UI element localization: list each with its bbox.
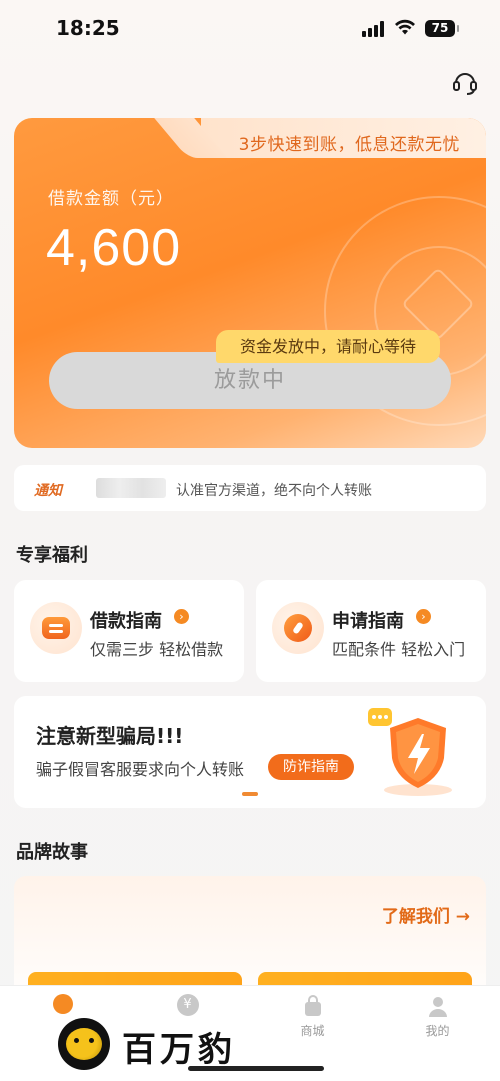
anti-fraud-guide-button[interactable]: 防诈指南: [268, 754, 354, 780]
notice-text: 认准官方渠道，绝不向个人转账: [176, 483, 372, 499]
amount-label: 借款金额（元）: [48, 189, 174, 209]
apply-guide-subtitle: 匹配条件 轻松入门: [332, 640, 466, 659]
status-tip: 资金发放中，请耐心等待: [216, 330, 440, 363]
watermark-text: 百万豹: [122, 1030, 236, 1070]
home-icon: [52, 994, 73, 1014]
promo-text: 3步快速到账，低息还款无忧: [238, 135, 460, 155]
shopping-bag-icon: [304, 995, 321, 1016]
tab-mine-label: 我的: [425, 1024, 450, 1038]
apply-guide-card[interactable]: 申请指南 › 匹配条件 轻松入门: [256, 580, 486, 682]
chevron-right-icon: ›: [416, 609, 431, 624]
loan-card: 3步快速到账，低息还款无忧 借款金额（元） 4,600 放款中 资金发放中，请耐…: [14, 118, 486, 448]
loan-guide-card[interactable]: 借款指南 › 仅需三步 轻松借款: [14, 580, 244, 682]
blurred-text: [96, 478, 166, 498]
fraud-subtitle: 骗子假冒客服要求向个人转账: [36, 760, 245, 779]
notice-bar[interactable]: 通知 认准官方渠道，绝不向个人转账: [14, 465, 486, 511]
fraud-warning-banner[interactable]: 注意新型骗局!!! 骗子假冒客服要求向个人转账 防诈指南: [14, 696, 486, 808]
status-time: 18:25: [56, 16, 120, 40]
yen-icon: ¥: [176, 994, 199, 1016]
battery-icon: 75: [425, 20, 459, 37]
apply-guide-title: 申请指南: [332, 611, 404, 632]
loan-amount: 4,600: [46, 219, 182, 277]
fraud-title: 注意新型骗局!!!: [36, 724, 184, 748]
apply-guide-icon: [272, 602, 324, 654]
status-bar: 18:25 75: [0, 0, 500, 58]
loan-guide-title: 借款指南: [90, 611, 162, 632]
learn-more-link[interactable]: 了解我们 →: [382, 902, 470, 927]
leopard-logo-icon: [58, 1018, 110, 1070]
chevron-right-icon: ›: [174, 609, 189, 624]
notice-tag: 通知: [34, 483, 62, 499]
wifi-icon: [395, 19, 415, 35]
watermark: 百万豹: [58, 1016, 258, 1072]
loan-guide-icon: [30, 602, 82, 654]
user-icon: [428, 997, 447, 1017]
tab-mall-label: 商城: [300, 1024, 325, 1038]
pager-indicator: [242, 792, 258, 796]
shield-lightning-icon: [368, 708, 452, 796]
brand-story-title: 品牌故事: [16, 842, 88, 863]
customer-service-icon[interactable]: [451, 68, 479, 96]
tab-mine[interactable]: 我的: [375, 986, 500, 1081]
loan-guide-subtitle: 仅需三步 轻松借款: [90, 640, 224, 659]
benefits-title: 专享福利: [16, 545, 88, 566]
signal-icon: [362, 21, 386, 37]
